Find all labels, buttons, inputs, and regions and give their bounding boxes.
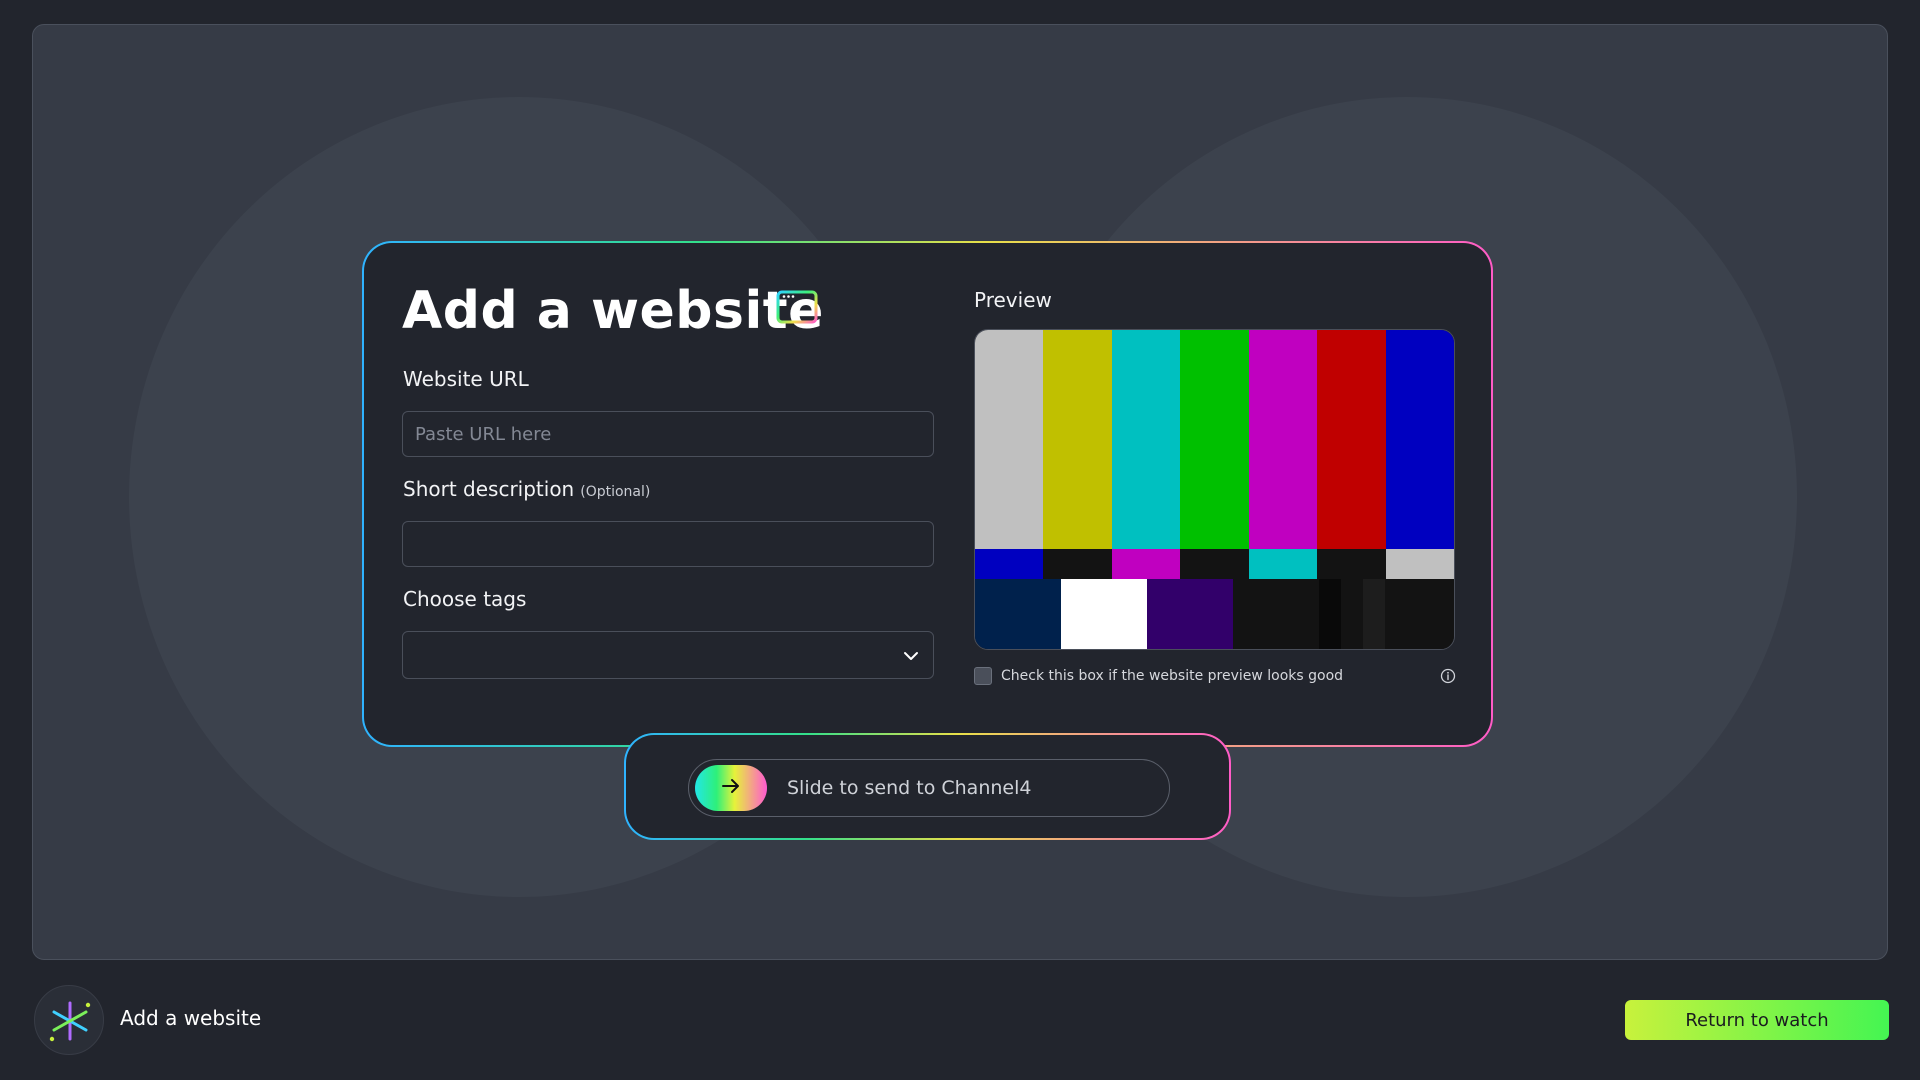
color-bar xyxy=(1061,579,1147,649)
slider-label: Slide to send to Channel4 xyxy=(787,777,1032,799)
preview-confirm-label: Check this box if the website preview lo… xyxy=(1001,668,1344,684)
color-bar xyxy=(1341,579,1363,649)
website-preview xyxy=(974,329,1455,650)
color-bar xyxy=(1248,549,1318,579)
short-description-input[interactable] xyxy=(402,521,934,567)
color-bar xyxy=(1319,579,1341,649)
color-bar xyxy=(1147,579,1233,649)
chevron-down-icon xyxy=(903,645,919,666)
color-bar xyxy=(1363,579,1385,649)
browser-window-icon xyxy=(776,290,818,324)
return-to-watch-button[interactable]: Return to watch xyxy=(1625,1000,1889,1040)
preview-confirm-row: Check this box if the website preview lo… xyxy=(974,667,1343,685)
choose-tags-label: Choose tags xyxy=(403,587,527,611)
preview-label: Preview xyxy=(974,288,1052,312)
color-bar xyxy=(1385,579,1454,649)
color-bar xyxy=(1317,330,1386,549)
tags-select[interactable] xyxy=(402,631,934,679)
short-description-label-text: Short description xyxy=(403,477,575,501)
slider-knob[interactable] xyxy=(695,765,767,811)
color-bar xyxy=(1385,549,1454,579)
add-website-card: Add a website Website URL Paste URL here… xyxy=(362,241,1493,747)
website-url-label: Website URL xyxy=(403,367,529,391)
color-bar xyxy=(1111,549,1181,579)
color-bar xyxy=(1180,330,1249,549)
color-bars-bottom xyxy=(975,579,1454,649)
optional-hint: (Optional) xyxy=(580,484,651,500)
preview-confirm-checkbox[interactable] xyxy=(974,667,992,685)
color-bar xyxy=(1317,549,1386,579)
color-bar xyxy=(975,330,1044,549)
footer-title: Add a website xyxy=(120,1006,262,1030)
color-bars-top xyxy=(975,330,1454,549)
color-bar xyxy=(1180,549,1249,579)
color-bar xyxy=(1248,330,1318,549)
info-icon[interactable] xyxy=(1440,668,1456,684)
arrow-right-icon xyxy=(721,778,741,798)
color-bar xyxy=(1111,330,1181,549)
color-bars-middle xyxy=(975,549,1454,579)
spark-logo-icon xyxy=(34,985,104,1055)
send-slider[interactable]: Slide to send to Channel4 xyxy=(688,759,1170,817)
color-bar xyxy=(1233,579,1319,649)
send-slider-card: Slide to send to Channel4 xyxy=(624,733,1231,840)
website-url-input[interactable] xyxy=(402,411,934,457)
color-bar xyxy=(975,549,1044,579)
color-bar xyxy=(975,579,1061,649)
color-bar xyxy=(1385,330,1454,549)
color-bar xyxy=(1043,330,1112,549)
short-description-label: Short description (Optional) xyxy=(403,477,650,501)
color-bar xyxy=(1043,549,1112,579)
page-title: Add a website xyxy=(402,281,824,341)
